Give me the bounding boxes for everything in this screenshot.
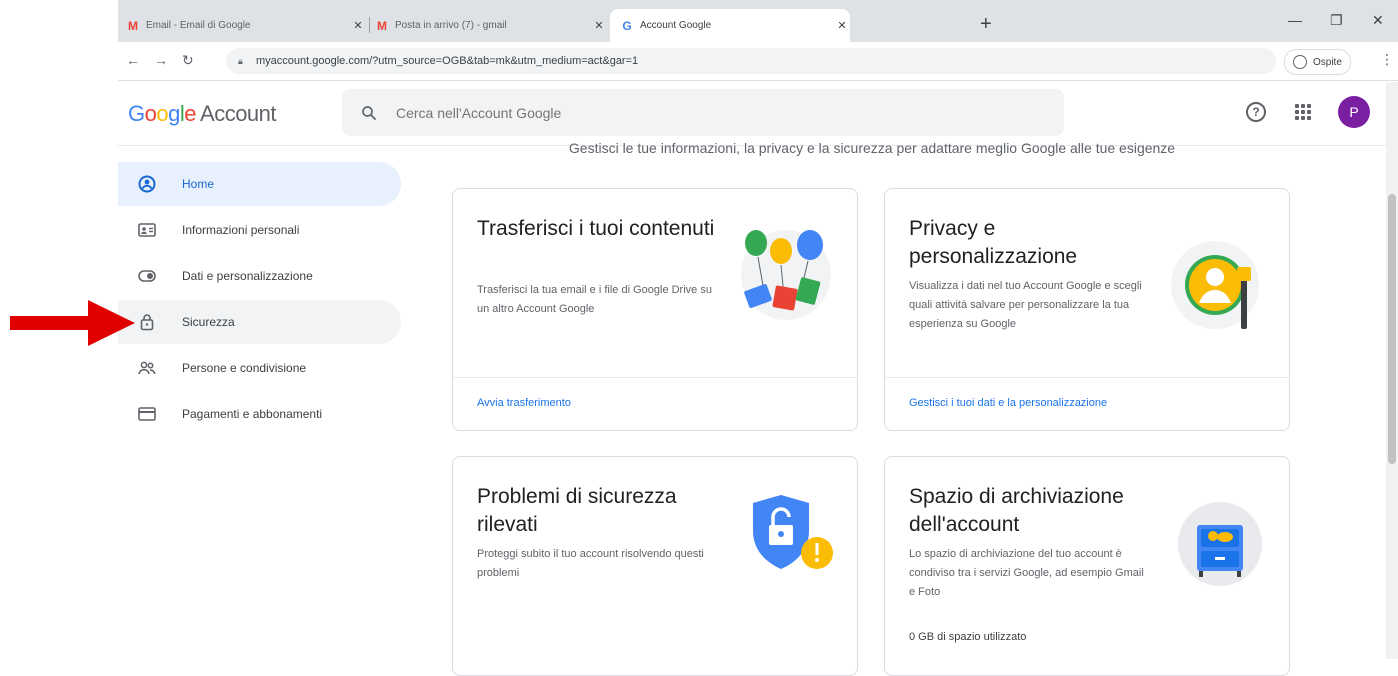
sidebar-item-label: Home	[182, 177, 215, 191]
app-header: GoogleAccount ? P	[118, 81, 1398, 146]
card-description: Trasferisci la tua email e i file di Goo…	[477, 284, 712, 315]
sidebar-item-home[interactable]: Home	[118, 162, 401, 206]
sidebar-nav: Home Informazioni personali Dati e perso…	[118, 162, 408, 438]
new-tab-button[interactable]: +	[980, 14, 992, 34]
storage-cabinet-illustration	[1178, 502, 1262, 586]
page-subtitle: Gestisci le tue informazioni, la privacy…	[568, 140, 1176, 156]
close-icon[interactable]: ✕	[591, 19, 607, 32]
tab-separator	[369, 17, 370, 33]
google-g-icon: G	[622, 18, 632, 33]
card-divider	[453, 377, 857, 378]
sidebar-item-data-personalization[interactable]: Dati e personalizzazione	[118, 254, 401, 298]
tab-title: Account Google	[640, 20, 712, 31]
help-icon[interactable]: ?	[1246, 102, 1266, 122]
search-icon	[362, 105, 376, 120]
card-divider	[885, 377, 1289, 378]
sidebar-item-label: Sicurezza	[182, 315, 235, 329]
close-icon[interactable]: ✕	[350, 19, 366, 32]
page-scrollbar[interactable]	[1386, 82, 1398, 659]
credit-card-icon	[138, 405, 156, 423]
start-transfer-link[interactable]: Avvia trasferimento	[477, 397, 571, 409]
card-description: Visualizza i dati nel tuo Account Google…	[909, 280, 1142, 330]
profile-button[interactable]: Ospite	[1284, 49, 1351, 75]
logo-letter: o	[156, 101, 169, 126]
address-bar[interactable]: 🔒︎ myaccount.google.com/?utm_source=OGB&…	[226, 48, 1276, 74]
card-account-storage: Spazio di archiviazione dell'account Lo …	[884, 456, 1290, 676]
search-box[interactable]	[342, 89, 1064, 136]
card-privacy-personalization: Privacy e personalizzazione Visualizza i…	[884, 188, 1290, 431]
card-description: Lo spazio di archiviazione del tuo accou…	[909, 548, 1144, 598]
sidebar-item-label: Pagamenti e abbonamenti	[182, 407, 323, 421]
manage-data-link[interactable]: Gestisci i tuoi dati e la personalizzazi…	[909, 397, 1107, 409]
storage-usage-text: 0 GB di spazio utilizzato	[909, 631, 1027, 643]
tab-title: Posta in arrivo (7) - gmail	[395, 20, 507, 31]
url-text: myaccount.google.com/?utm_source=OGB&tab…	[256, 55, 639, 67]
browser-tab-gmail-2[interactable]: M Posta in arrivo (7) - gmail ✕	[375, 9, 607, 42]
people-icon	[138, 359, 156, 377]
minimize-icon[interactable]: —	[1288, 12, 1302, 28]
sidebar-item-personal-info[interactable]: Informazioni personali	[118, 208, 401, 252]
person-icon	[1293, 55, 1307, 69]
annotation-arrow-icon	[10, 300, 135, 346]
sidebar-item-label: Informazioni personali	[182, 223, 300, 237]
transfer-balloons-illustration	[741, 230, 831, 320]
sidebar-item-people-sharing[interactable]: Persone e condivisione	[118, 346, 401, 390]
profile-label: Ospite	[1313, 56, 1342, 68]
sidebar-item-label: Persone e condivisione	[182, 361, 307, 375]
card-title: Problemi di sicurezza rilevati	[477, 485, 677, 536]
privacy-illustration	[1171, 241, 1259, 329]
reload-icon[interactable]: ↻	[182, 52, 194, 69]
back-icon[interactable]: ←	[126, 52, 140, 68]
lock-icon: 🔒︎	[238, 56, 243, 66]
sidebar-item-label: Dati e personalizzazione	[182, 269, 313, 283]
logo-letter: G	[128, 101, 145, 126]
browser-tab-google-account[interactable]: G Account Google ✕	[610, 9, 850, 42]
logo-letter: o	[144, 101, 157, 126]
browser-toolbar: ← → ↻ 🔒︎ myaccount.google.com/?utm_sourc…	[118, 42, 1398, 81]
home-account-icon	[138, 175, 156, 193]
logo-letter: e	[184, 101, 197, 126]
gmail-icon: M	[128, 18, 138, 33]
apps-grid-icon[interactable]	[1295, 104, 1311, 120]
gmail-icon: M	[377, 18, 387, 33]
google-account-logo[interactable]: Google Account	[128, 101, 277, 127]
restore-icon[interactable]: ❐	[1330, 12, 1343, 29]
menu-kebab-icon[interactable]: ⋮	[1380, 51, 1394, 68]
forward-icon[interactable]: →	[154, 52, 168, 68]
browser-tab-gmail-1[interactable]: M Email - Email di Google ✕	[126, 9, 366, 42]
tab-title: Email - Email di Google	[146, 20, 251, 31]
logo-account-word: Account	[200, 101, 277, 126]
card-transfer-content: Trasferisci i tuoi contenuti Trasferisci…	[452, 188, 858, 431]
window-close-icon[interactable]: ✕	[1372, 12, 1384, 29]
card-description: Proteggi subito il tuo account risolvend…	[477, 548, 704, 579]
sidebar-item-payments[interactable]: Pagamenti e abbonamenti	[118, 392, 401, 436]
close-icon[interactable]: ✕	[834, 19, 850, 32]
lock-icon	[138, 313, 156, 331]
card-title: Privacy e personalizzazione	[909, 217, 1078, 268]
browser-tabstrip: M Email - Email di Google ✕ M Posta in a…	[118, 0, 1398, 42]
id-card-icon	[138, 221, 156, 239]
search-input[interactable]	[394, 103, 998, 122]
sidebar-item-security[interactable]: Sicurezza	[118, 300, 401, 344]
avatar[interactable]: P	[1338, 96, 1370, 128]
security-shield-warning-icon	[753, 495, 833, 569]
logo-google-word: Google	[128, 101, 197, 126]
toggle-icon	[138, 267, 156, 285]
scrollbar-thumb[interactable]	[1388, 194, 1396, 464]
card-title: Trasferisci i tuoi contenuti	[477, 217, 715, 240]
logo-letter: g	[168, 101, 180, 126]
card-title: Spazio di archiviazione dell'account	[909, 485, 1124, 536]
card-security-issues: Problemi di sicurezza rilevati Proteggi …	[452, 456, 858, 676]
